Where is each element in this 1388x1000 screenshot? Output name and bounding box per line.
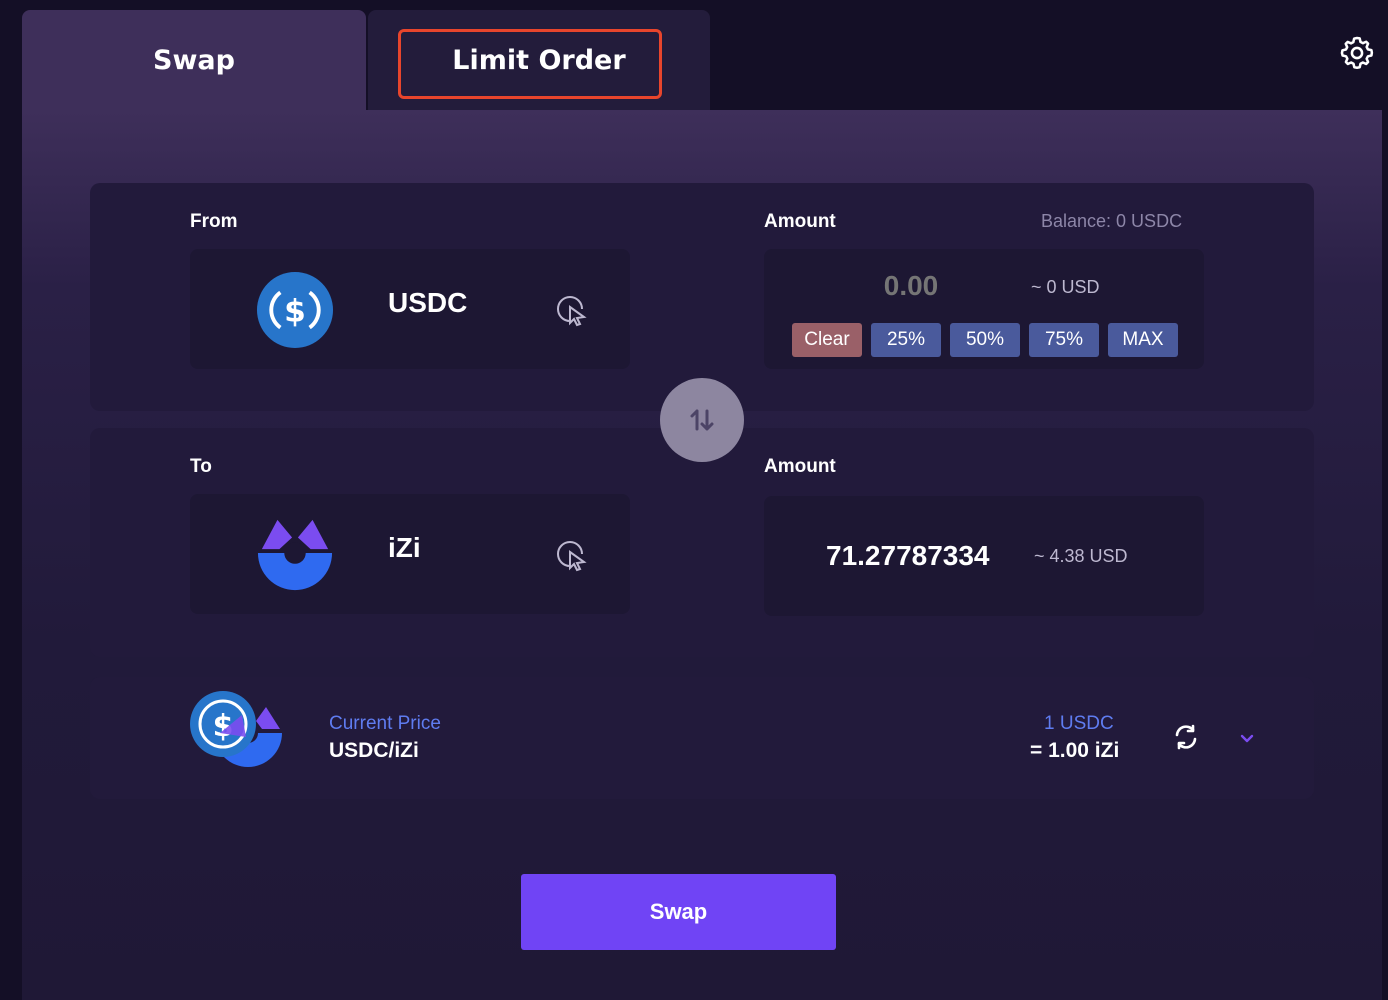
swap-direction-button[interactable] [660,378,744,462]
25-percent-button[interactable]: 25% [871,323,941,357]
current-price-label: Current Price [329,713,441,734]
swap-arrows-icon [690,409,714,431]
max-button[interactable]: MAX [1108,323,1178,357]
from-amount-label: Amount [764,211,836,232]
from-amount-input[interactable] [844,269,978,303]
swap-button[interactable]: Swap [521,874,836,950]
from-card: From Amount Balance: 0 USDC $ USDC ~ 0 U… [90,183,1314,411]
svg-text:$: $ [284,294,306,330]
cursor-select-icon[interactable] [554,293,588,327]
to-usd-value: ~ 4.38 USD [1034,546,1128,566]
to-token-name: iZi [388,532,421,563]
chevron-down-icon[interactable] [1238,729,1256,747]
from-token-selector[interactable]: $ USDC [190,249,630,369]
to-label: To [190,456,212,477]
50-percent-button[interactable]: 50% [950,323,1020,357]
balance-text: Balance: 0 USDC [1041,211,1183,231]
to-amount-value: 71.27787334 [826,540,990,571]
usdc-token-icon: $ [256,271,334,349]
price-pair: USDC/iZi [329,739,419,762]
to-card: To Amount iZi 71.27787334 ~ 4.38 USD [90,428,1314,657]
from-label: From [190,211,238,232]
from-usd-value: ~ 0 USD [1031,277,1100,297]
from-amount-box: ~ 0 USD Clear 25% 50% 75% MAX [764,249,1204,369]
gear-icon[interactable] [1338,34,1376,72]
75-percent-button[interactable]: 75% [1029,323,1099,357]
izi-token-icon [257,519,333,591]
cursor-select-icon[interactable] [554,538,588,572]
rate-quote: = 1.00 iZi [1030,739,1120,762]
tab-swap[interactable]: Swap [22,10,366,110]
clear-button[interactable]: Clear [792,323,862,357]
from-token-name: USDC [388,287,468,318]
to-amount-label: Amount [764,456,836,477]
to-amount-box: 71.27787334 ~ 4.38 USD [764,496,1204,616]
refresh-icon[interactable] [1172,723,1200,751]
to-token-selector[interactable]: iZi [190,494,630,614]
usdc-izi-pair-icon: $ [190,691,282,767]
rate-base: 1 USDC [1044,713,1114,734]
current-price-card: $ Current Price USDC/iZi 1 USDC = 1.00 i… [90,677,1314,799]
tab-limit-order[interactable]: Limit Order [368,10,710,110]
